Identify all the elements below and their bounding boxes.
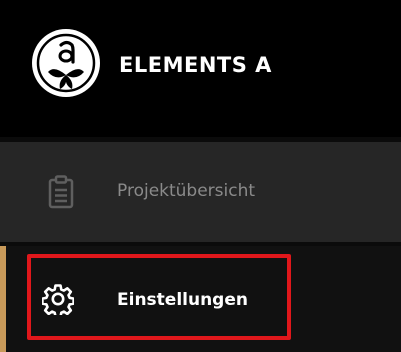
sidebar-item-projektuebersicht[interactable]: Projektübersicht xyxy=(0,142,401,242)
active-item-indicator xyxy=(0,246,6,352)
sidebar-item-label: Projektübersicht xyxy=(117,181,256,201)
highlight-outline xyxy=(27,254,291,340)
elements-a-logo-icon xyxy=(32,29,100,97)
app-header: ELEMENTS A xyxy=(0,0,401,137)
app-title: ELEMENTS A xyxy=(119,53,272,77)
clipboard-icon xyxy=(48,175,74,209)
